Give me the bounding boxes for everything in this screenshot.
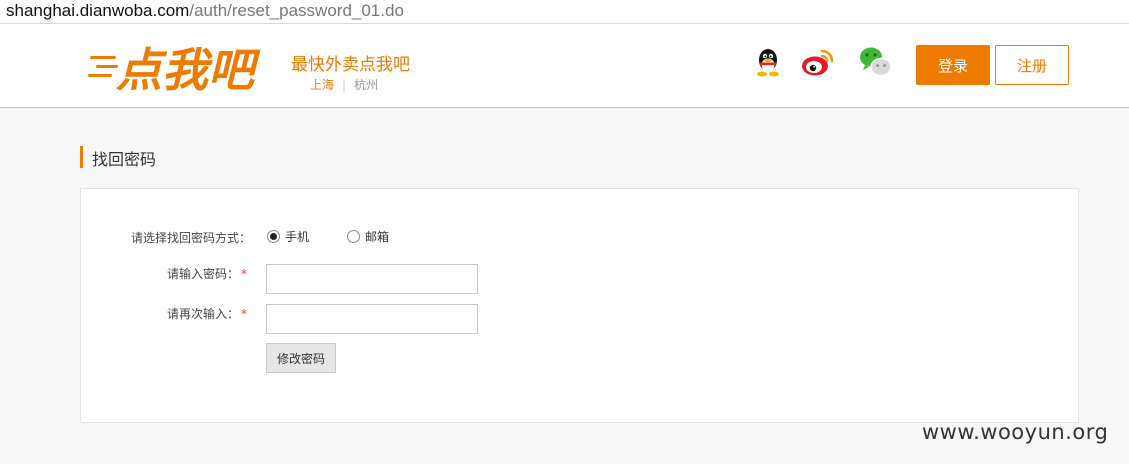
radio-phone-label[interactable]: 手机 [285, 228, 309, 245]
wechat-login-icon[interactable] [858, 44, 894, 80]
weibo-login-icon[interactable] [800, 44, 836, 80]
password-input[interactable] [266, 264, 478, 294]
method-label: 请选择找回密码方式： [131, 231, 252, 245]
confirm-label-text: 请再次输入： [167, 307, 240, 321]
logo-text: 点我吧 [116, 43, 261, 96]
confirm-password-input[interactable] [266, 304, 478, 334]
radio-phone[interactable] [267, 230, 280, 243]
site-logo[interactable]: 点我吧 [88, 40, 270, 96]
city-hangzhou[interactable]: 杭州 [354, 78, 378, 92]
required-mark: * [241, 307, 248, 321]
reset-password-form: 请选择找回密码方式： 手机 邮箱 请输入密码： * 请再次输入： * 修改密码 [80, 188, 1079, 423]
required-mark: * [241, 267, 248, 281]
qq-login-icon[interactable] [750, 44, 786, 80]
city-shanghai[interactable]: 上海 [310, 78, 334, 92]
city-separator: | [342, 78, 347, 92]
url-host: shanghai.dianwoba.com [6, 1, 190, 20]
address-bar[interactable]: shanghai.dianwoba.com/auth/reset_passwor… [0, 0, 1129, 24]
register-button[interactable]: 注册 [995, 45, 1069, 85]
password-label: 请输入密码： * [167, 265, 247, 282]
change-password-button[interactable]: 修改密码 [266, 343, 336, 373]
radio-email-label[interactable]: 邮箱 [365, 228, 389, 245]
url-path: /auth/reset_password_01.do [189, 1, 404, 20]
confirm-label: 请再次输入： * [167, 305, 247, 322]
radio-email[interactable] [347, 230, 360, 243]
login-button[interactable]: 登录 [916, 45, 990, 85]
site-slogan: 最快外卖点我吧 [291, 55, 410, 75]
site-header: 点我吧 最快外卖点我吧 上海 | 杭州 登录 注册 [0, 24, 1129, 108]
page-title: 找回密码 [92, 150, 157, 169]
url-text[interactable]: shanghai.dianwoba.com/auth/reset_passwor… [6, 1, 404, 21]
password-label-text: 请输入密码： [167, 267, 240, 281]
watermark: www.wooyun.org [922, 420, 1109, 444]
city-switcher: 上海 | 杭州 [310, 76, 378, 93]
title-accent-bar [80, 146, 83, 168]
